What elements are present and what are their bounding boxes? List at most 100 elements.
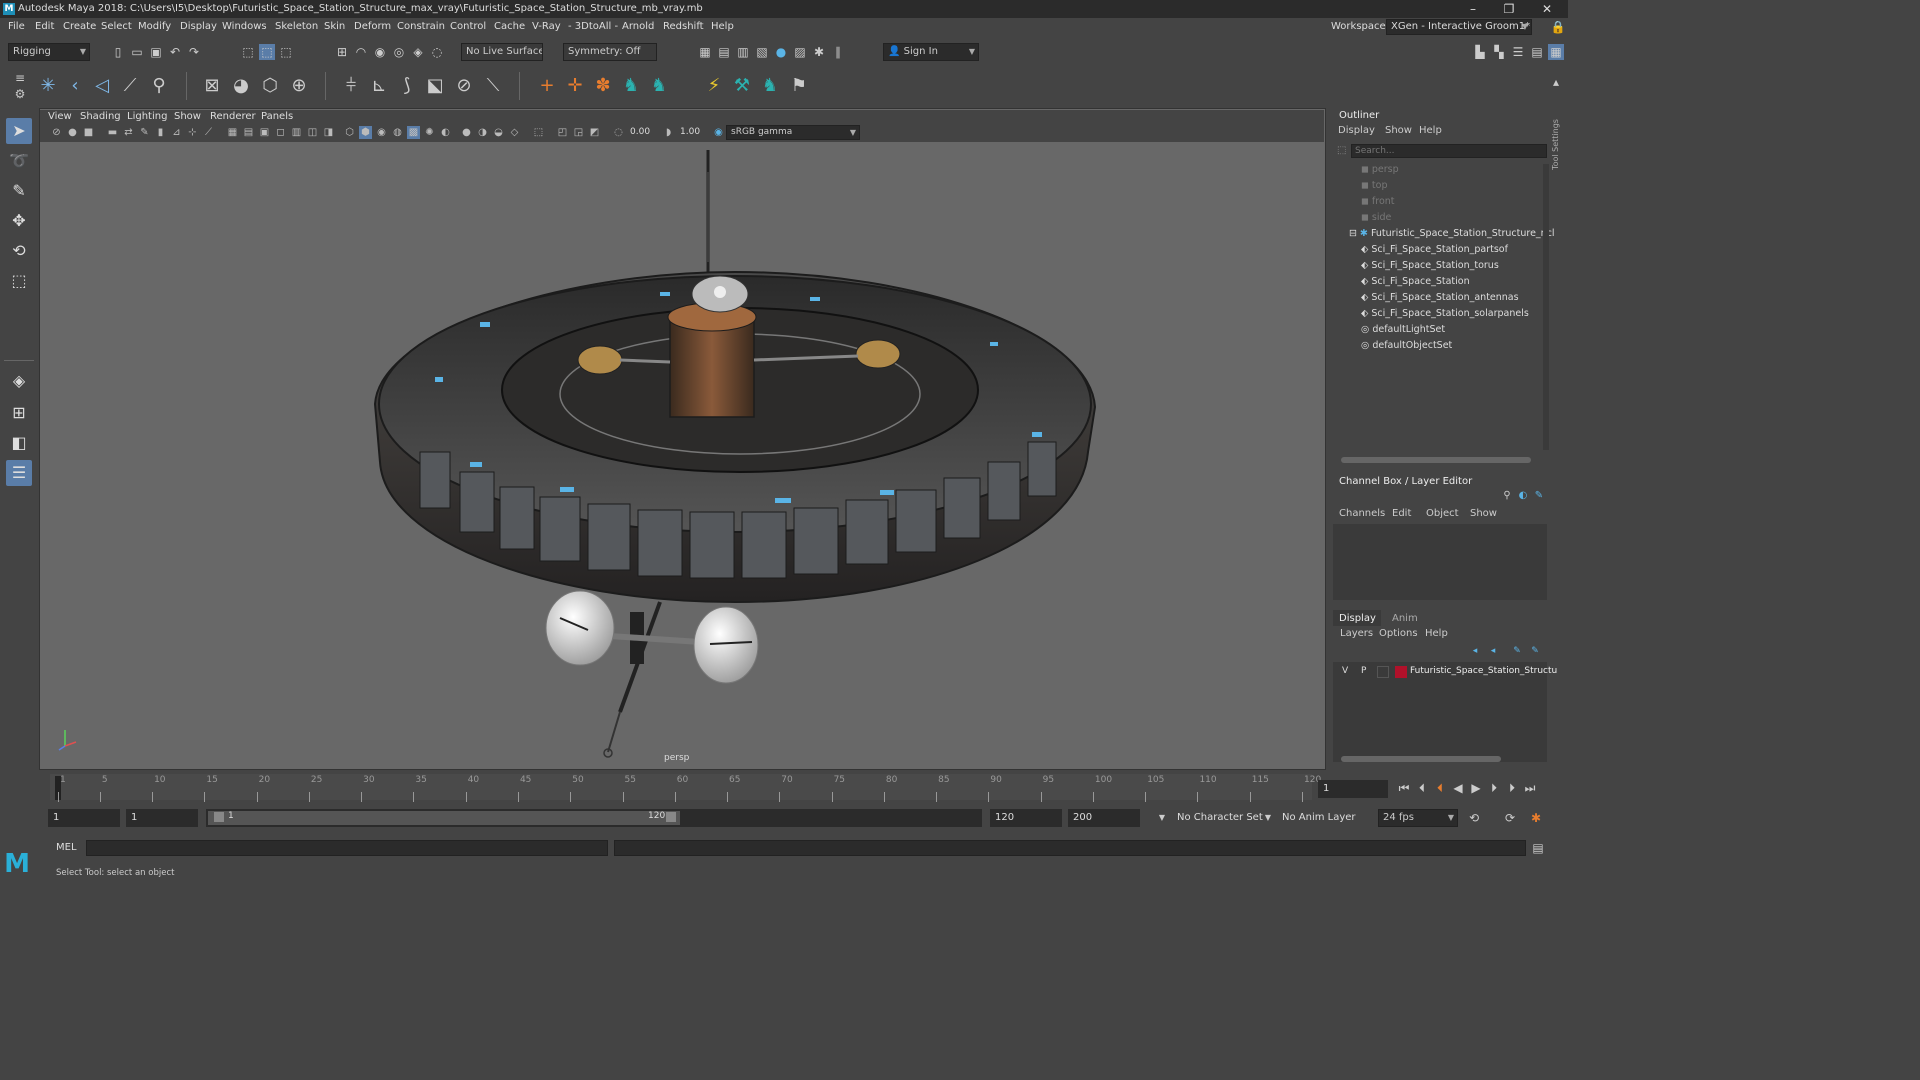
play-forward-icon[interactable]: ▶ <box>1468 780 1484 796</box>
layer-row[interactable]: V P Futuristic_Space_Station_Structu <box>1333 664 1557 680</box>
redo-icon[interactable]: ↷ <box>186 44 202 60</box>
snap-edge-icon[interactable]: ◌ <box>429 44 445 60</box>
channel-box-menu-object[interactable]: Object <box>1426 508 1459 519</box>
range-slider[interactable]: 1 120 <box>206 809 982 827</box>
channel-box-menu-channels[interactable]: Channels <box>1339 508 1385 519</box>
channel-box-icon-1[interactable]: ⚲ <box>1499 488 1515 504</box>
render-view-icon[interactable]: ▥ <box>735 44 751 60</box>
menu-help[interactable]: Help <box>711 18 734 36</box>
smooth-shade-icon[interactable]: ⬢ <box>359 126 372 139</box>
live-surface-field[interactable]: No Live Surface <box>461 43 543 61</box>
command-lang-label[interactable]: MEL <box>56 842 77 853</box>
menu-constrain[interactable]: Constrain <box>397 18 445 36</box>
textured-icon[interactable]: ▩ <box>407 126 420 139</box>
new-layer-icon[interactable]: ✎ <box>1509 643 1525 659</box>
step-back-frame-icon[interactable]: ⏴ <box>1432 780 1448 796</box>
outliner-item-side[interactable]: ◼ side <box>1361 210 1391 226</box>
close-button[interactable]: ✕ <box>1534 0 1560 18</box>
viewport-menu-lighting[interactable]: Lighting <box>127 110 167 124</box>
open-scene-icon[interactable]: ▭ <box>129 44 145 60</box>
step-forward-key-icon[interactable]: ⏵ <box>1504 780 1520 796</box>
render-sequence-icon[interactable]: ▤ <box>716 44 732 60</box>
select-hierarchy-icon[interactable]: ⬚ <box>240 44 256 60</box>
menu-skeleton[interactable]: Skeleton <box>275 18 318 36</box>
move-layer-up-icon[interactable]: ◂ <box>1467 643 1483 659</box>
current-frame-field[interactable]: 1 <box>1318 780 1388 798</box>
undo-icon[interactable]: ↶ <box>167 44 183 60</box>
new-layer-selected-icon[interactable]: ✎ <box>1527 643 1543 659</box>
step-back-key-icon[interactable]: ⏴ <box>1414 780 1430 796</box>
single-view-icon[interactable]: ◈ <box>6 368 32 394</box>
menu-create[interactable]: Create <box>63 18 96 36</box>
render-frame-icon[interactable]: ▦ <box>697 44 713 60</box>
animation-start-field[interactable]: 1 <box>48 809 120 827</box>
viewport-menu-shading[interactable]: Shading <box>80 110 121 124</box>
outliner-filter-icon[interactable]: ⬚ <box>1337 145 1349 157</box>
field-chart-icon[interactable]: ⟋ <box>202 126 215 139</box>
bind-skin-icon[interactable]: ⫩ <box>339 74 363 98</box>
snap-surface-icon[interactable]: ◈ <box>410 44 426 60</box>
minimize-button[interactable]: – <box>1460 0 1486 18</box>
layer-name[interactable]: Futuristic_Space_Station_Structu <box>1410 666 1557 676</box>
gamma-icon[interactable]: ◗ <box>662 126 675 139</box>
set-driven-key-icon[interactable]: ⚡ <box>702 74 726 98</box>
channel-box-toggle-icon[interactable]: ▤ <box>1529 44 1545 60</box>
paint-weights-icon[interactable]: ⟆ <box>395 74 419 98</box>
workspace-dropdown[interactable]: XGen - Interactive Groom1* ▼ <box>1386 19 1532 35</box>
shadows-icon[interactable]: ◐ <box>439 126 452 139</box>
unbind-skin-icon[interactable]: ⬕ <box>423 74 447 98</box>
symmetry-dropdown[interactable]: Symmetry: Off <box>563 43 657 61</box>
step-forward-frame-icon[interactable]: ⏵ <box>1486 780 1502 796</box>
safe-action-icon[interactable]: ▣ <box>258 126 271 139</box>
viewport-menu-view[interactable]: View <box>48 110 72 124</box>
smooth-bind-icon[interactable]: ⊾ <box>367 74 391 98</box>
outliner-hscrollbar[interactable] <box>1341 457 1531 463</box>
hik-character-icon[interactable]: ♞ <box>619 74 643 98</box>
outliner-item-root-group[interactable]: ⊟ ✱ Futuristic_Space_Station_Structure_n… <box>1349 226 1555 242</box>
skeleton-icon[interactable]: ♞ <box>758 74 782 98</box>
outliner-vscrollbar[interactable] <box>1543 164 1549 450</box>
viewport-menu-panels[interactable]: Panels <box>261 110 293 124</box>
layer-type-toggle[interactable] <box>1377 666 1389 678</box>
go-to-start-icon[interactable]: ⏮ <box>1396 780 1412 796</box>
select-tool-icon[interactable]: ➤ <box>6 118 32 144</box>
lasso-tool-icon[interactable]: ➰ <box>6 148 32 174</box>
outliner-item-station[interactable]: ⬖ Sci_Fi_Space_Station <box>1361 274 1470 290</box>
command-input[interactable] <box>86 840 608 856</box>
menu-modify[interactable]: Modify <box>138 18 171 36</box>
menu-cache[interactable]: Cache <box>494 18 525 36</box>
tool-settings-side-tab[interactable]: Tool Settings <box>1551 110 1568 190</box>
snap-point-icon[interactable]: ◉ <box>372 44 388 60</box>
auto-key-icon[interactable]: ⟳ <box>1502 810 1518 826</box>
move-layer-down-icon[interactable]: ◂ <box>1485 643 1501 659</box>
layer-color-swatch[interactable] <box>1395 666 1407 678</box>
collapse-icon[interactable]: ⊟ <box>1349 228 1360 239</box>
modeling-toolkit-icon[interactable]: ▙ <box>1472 44 1488 60</box>
menu-vray[interactable]: V-Ray <box>532 18 561 36</box>
backface-icon[interactable]: ◩ <box>588 126 601 139</box>
safe-title-icon[interactable]: ◻ <box>274 126 287 139</box>
vray-render-icon[interactable]: ✱ <box>811 44 827 60</box>
range-start-handle-icon[interactable] <box>214 812 224 822</box>
resolution-gate-icon[interactable]: ⊿ <box>170 126 183 139</box>
grid-icon[interactable]: ▦ <box>226 126 239 139</box>
channel-box-icon-3[interactable]: ✎ <box>1531 488 1547 504</box>
menu-file[interactable]: File <box>8 18 25 36</box>
playback-end-field[interactable]: 120 <box>990 809 1062 827</box>
menu-edit[interactable]: Edit <box>35 18 54 36</box>
pin-icon[interactable]: ⚑ <box>787 74 811 98</box>
scale-tool-icon[interactable]: ⬚ <box>6 268 32 294</box>
outliner-item-torus[interactable]: ⬖ Sci_Fi_Space_Station_torus <box>1361 258 1499 274</box>
exposure-icon[interactable]: ◌ <box>612 126 625 139</box>
cluster-icon[interactable]: ⊠ <box>200 74 224 98</box>
layer-menu-layers[interactable]: Layers <box>1340 628 1373 639</box>
menu-arnold[interactable]: Arnold <box>622 18 654 36</box>
outliner-item-solarpanels[interactable]: ⬖ Sci_Fi_Space_Station_solarpanels <box>1361 306 1529 322</box>
maximize-button[interactable]: ❐ <box>1496 0 1522 18</box>
menu-windows[interactable]: Windows <box>222 18 267 36</box>
new-scene-icon[interactable]: ▯ <box>110 44 126 60</box>
wrap-deformer-icon[interactable]: ⬡ <box>258 74 282 98</box>
xray-icon[interactable]: ◨ <box>322 126 335 139</box>
pause-render-icon[interactable]: ∥ <box>830 44 846 60</box>
script-editor-icon[interactable]: ▤ <box>1530 840 1546 856</box>
